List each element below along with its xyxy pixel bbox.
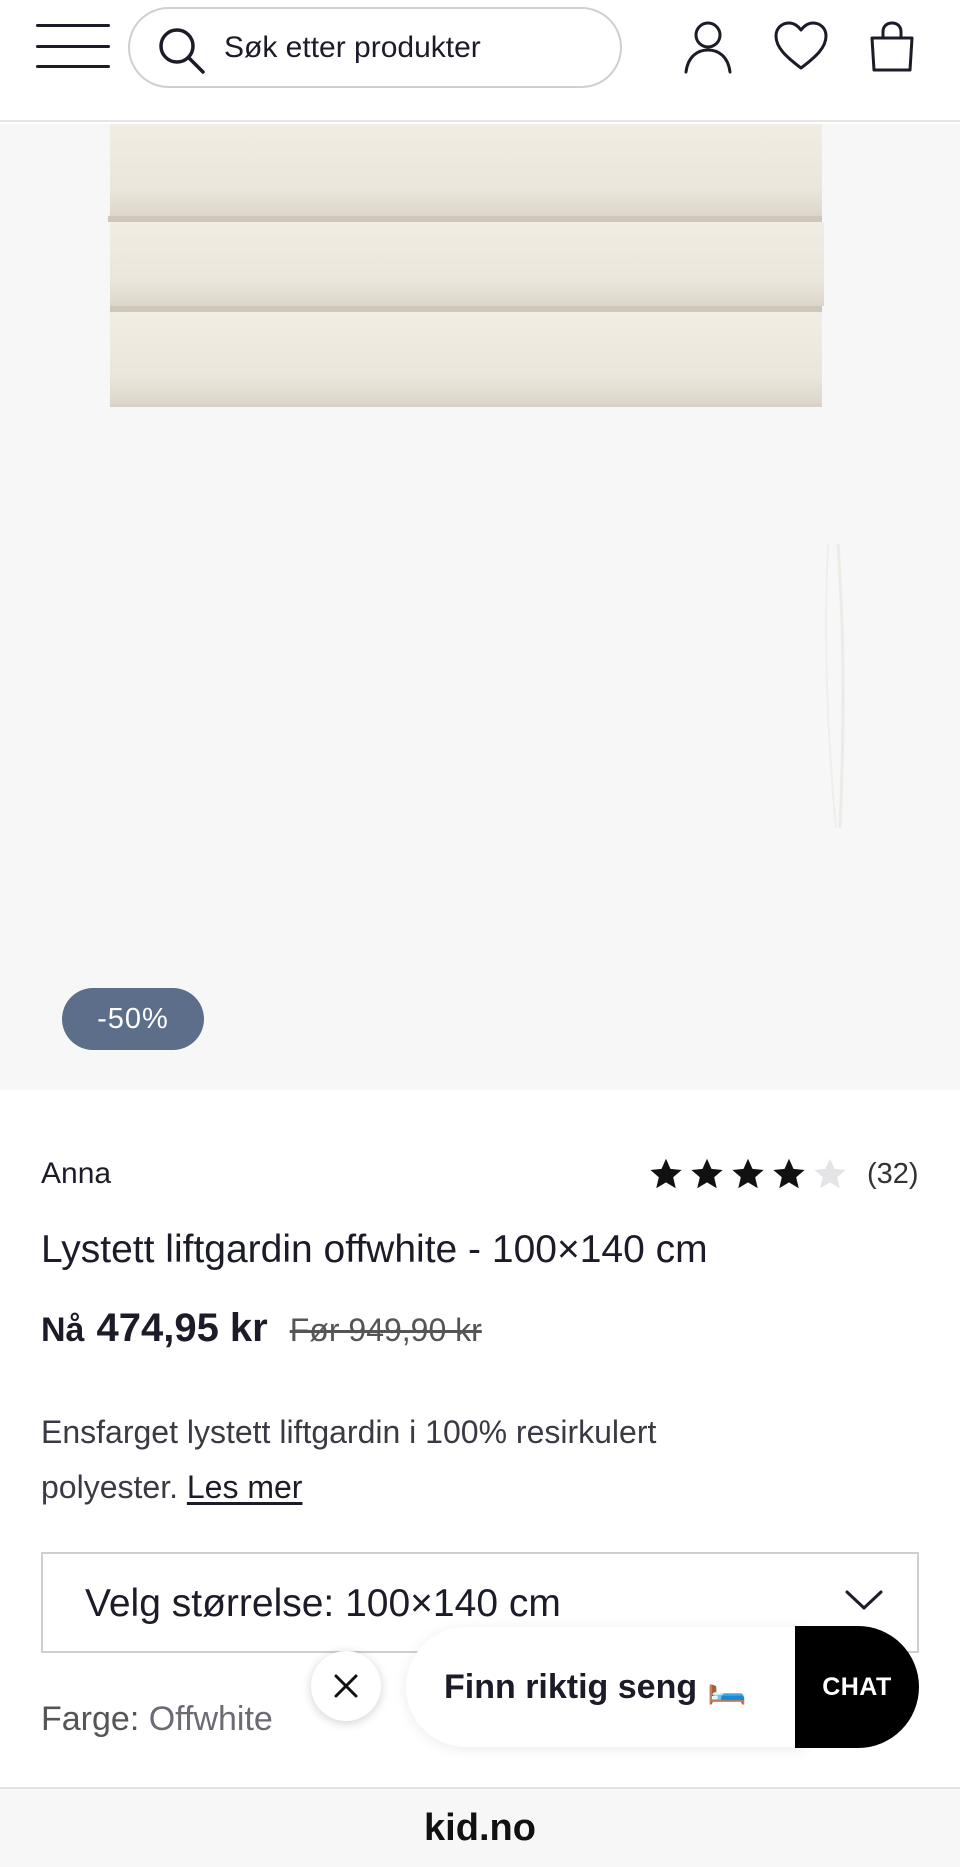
price-now: 474,95 kr (96, 1306, 268, 1350)
search-icon (159, 28, 205, 74)
product-image[interactable]: -50% (0, 124, 960, 1090)
close-icon (334, 1674, 358, 1698)
star-filled-icon (691, 1158, 723, 1189)
star-empty-icon (814, 1158, 846, 1189)
product-rating[interactable]: (32) (648, 1156, 919, 1192)
bag-icon[interactable] (864, 18, 920, 74)
color-value: Offwhite (148, 1700, 273, 1738)
price-before: Før 949,90 kr (289, 1312, 482, 1348)
read-more-link[interactable]: Les mer (187, 1469, 303, 1505)
size-select-label: Velg størrelse: 100×140 cm (85, 1582, 561, 1625)
browser-url-bar[interactable]: kid.no (0, 1787, 960, 1867)
menu-icon[interactable] (36, 22, 110, 70)
curtain-image (108, 124, 845, 829)
rating-count: (32) (867, 1157, 919, 1190)
heart-icon[interactable] (773, 18, 829, 74)
price-row: Nå 474,95 kr Før 949,90 kr (41, 1306, 482, 1351)
star-filled-icon (773, 1158, 805, 1189)
site-header (0, 0, 960, 122)
color-row: Farge: Offwhite (41, 1700, 273, 1739)
star-filled-icon (732, 1158, 764, 1189)
bed-icon: 🛏️ (707, 1669, 747, 1705)
chat-prompt-text: Finn riktig seng (444, 1667, 698, 1706)
chevron-down-icon (845, 1590, 883, 1610)
search-bar[interactable] (128, 7, 622, 88)
url-text: kid.no (424, 1807, 536, 1849)
product-brand[interactable]: Anna (41, 1157, 111, 1191)
description-text: Ensfarget lystett liftgardin i 100% resi… (41, 1414, 657, 1505)
discount-badge: -50% (62, 988, 204, 1050)
chat-prompt-bubble[interactable]: Finn riktig seng 🛏️ (406, 1627, 806, 1747)
product-title: Lystett liftgardin offwhite - 100×140 cm (41, 1228, 708, 1271)
chat-button[interactable]: CHAT (795, 1626, 919, 1748)
star-filled-icon (650, 1158, 682, 1189)
color-label: Farge: (41, 1700, 140, 1738)
product-description: Ensfarget lystett liftgardin i 100% resi… (41, 1405, 801, 1515)
chat-close-button[interactable] (311, 1651, 381, 1721)
price-now-label: Nå (41, 1311, 85, 1349)
user-icon[interactable] (680, 18, 736, 74)
search-input[interactable] (224, 23, 604, 73)
